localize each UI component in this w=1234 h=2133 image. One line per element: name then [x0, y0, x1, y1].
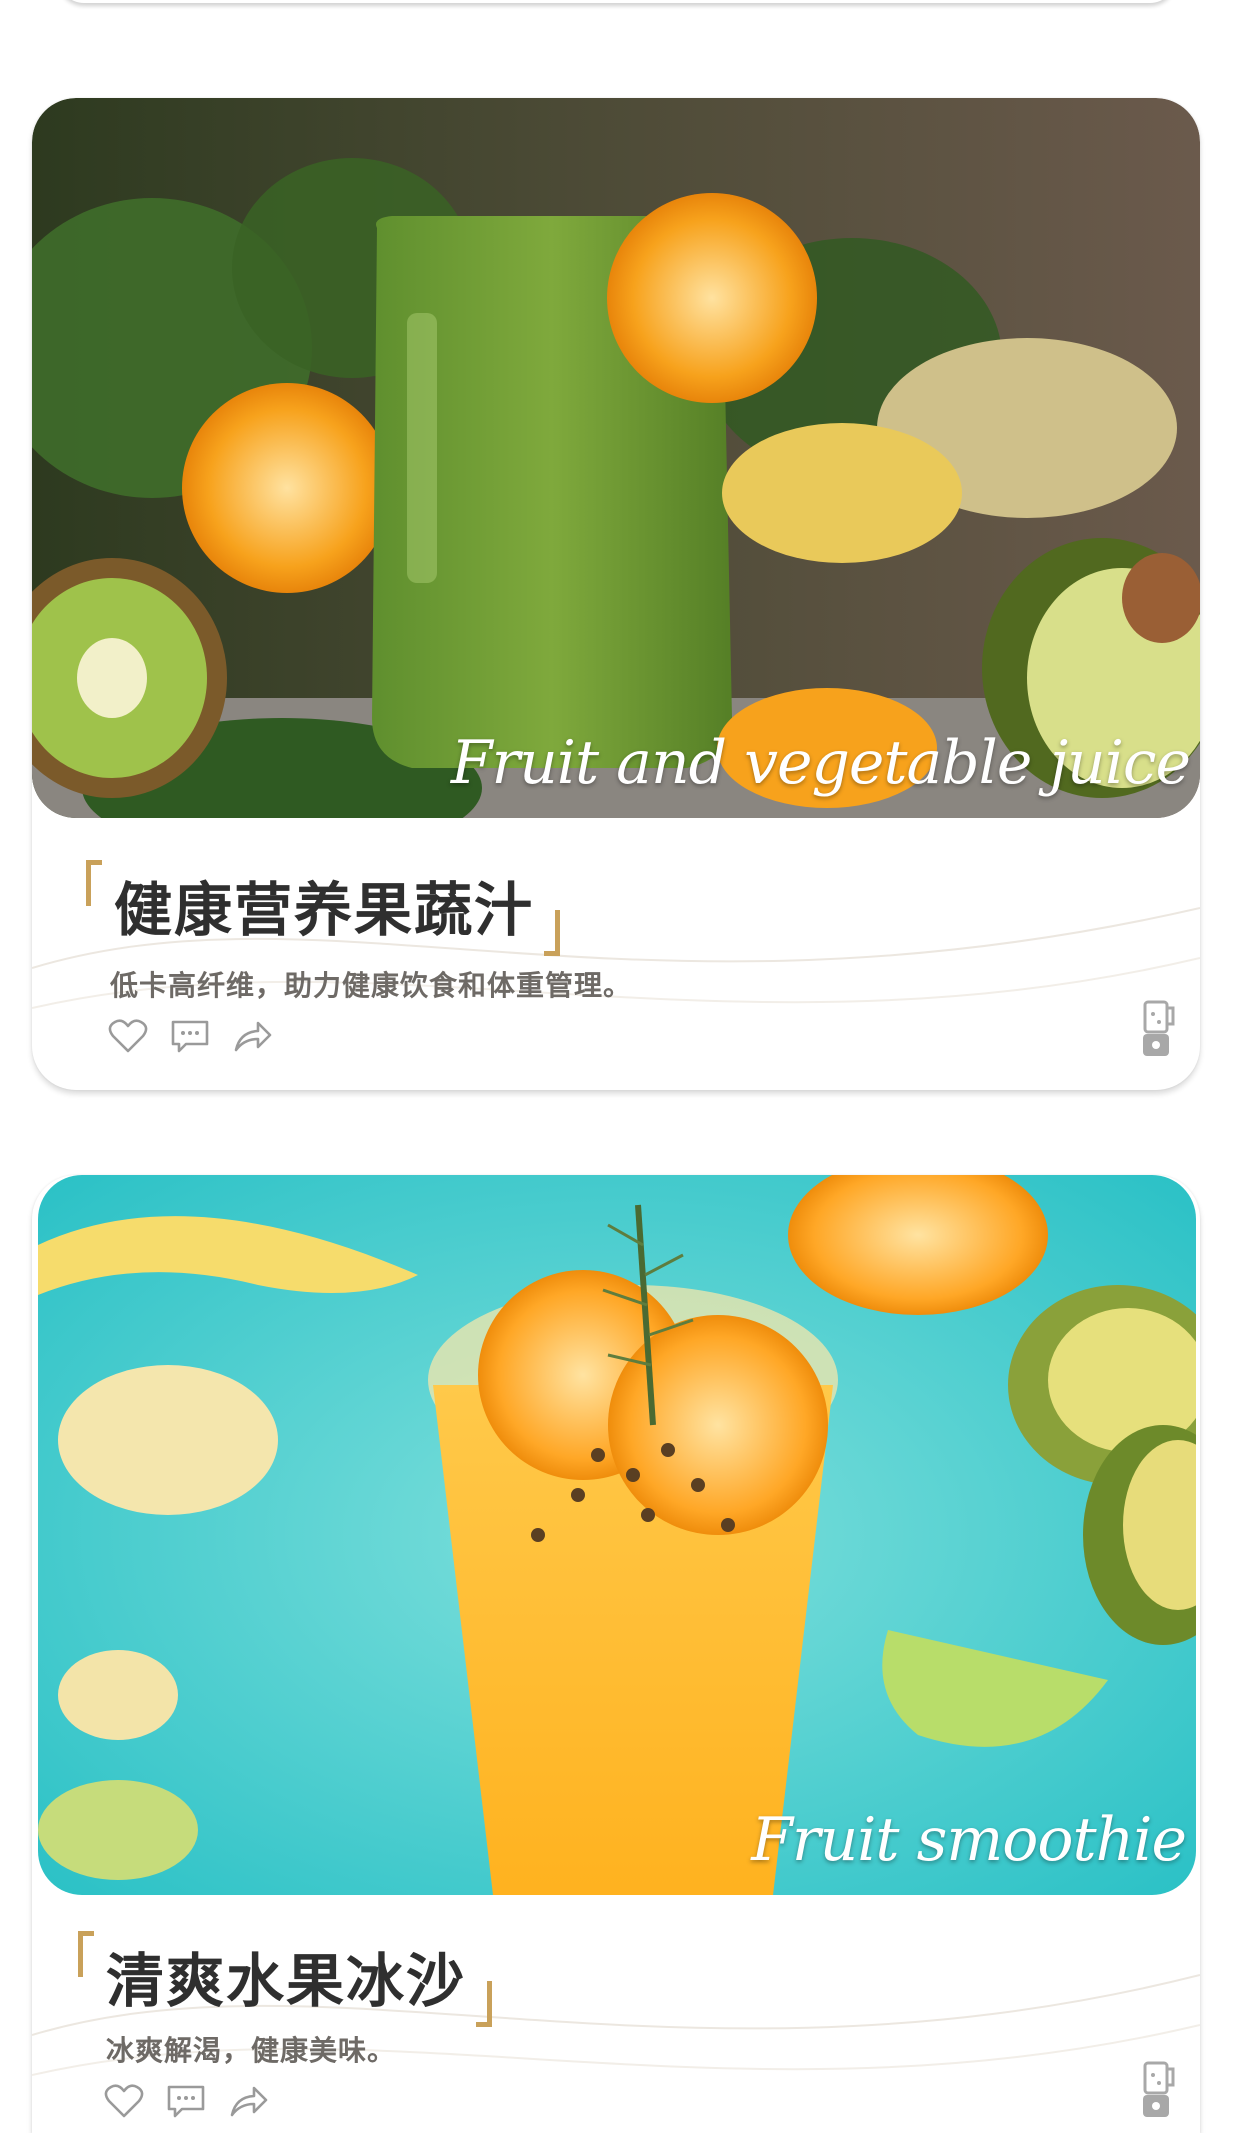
blender-icon: [1143, 2061, 1175, 2117]
gold-bracket-right: [476, 1981, 493, 2027]
card-photo[interactable]: Fruit smoothie: [38, 1175, 1196, 1895]
juice-photo-illustration: [32, 98, 1200, 818]
feed-page: Fruit and vegetable juice 健康营养果蔬汁 低卡高纤维，…: [0, 0, 1234, 2133]
feed-card-juice[interactable]: Fruit and vegetable juice 健康营养果蔬汁 低卡高纤维，…: [32, 98, 1200, 1090]
card-text-area: 清爽水果冰沙 冰爽解渴，健康美味。: [32, 1895, 1200, 2133]
card-title: 健康营养果蔬汁: [114, 876, 535, 944]
gold-bracket-left: [86, 860, 102, 906]
photo-script-caption: Fruit smoothie: [751, 1805, 1187, 1875]
feed-card-smoothie[interactable]: Fruit smoothie 清爽水果冰沙 冰爽解渴，健康美味。: [32, 1175, 1200, 2133]
share-icon[interactable]: [228, 2083, 268, 2119]
heart-icon[interactable]: [104, 2083, 144, 2119]
comment-icon[interactable]: [166, 2083, 206, 2119]
comment-icon[interactable]: [170, 1018, 210, 1054]
card-text-area: 健康营养果蔬汁 低卡高纤维，助力健康饮食和体重管理。: [32, 818, 1200, 1090]
card-actions: [108, 1018, 272, 1054]
photo-script-caption: Fruit and vegetable juice: [450, 728, 1191, 798]
heart-icon[interactable]: [108, 1018, 148, 1054]
card-title: 清爽水果冰沙: [106, 1947, 467, 2015]
card-title-frame: 健康营养果蔬汁: [86, 860, 561, 956]
previous-card-edge: [58, 0, 1176, 3]
gold-bracket-right: [544, 910, 561, 956]
share-icon[interactable]: [232, 1018, 272, 1054]
smoothie-photo-illustration: [38, 1175, 1196, 1895]
blender-icon: [1143, 1000, 1175, 1056]
card-photo[interactable]: Fruit and vegetable juice: [32, 98, 1200, 818]
gold-bracket-left: [78, 1931, 94, 1977]
card-actions: [104, 2083, 268, 2119]
card-subtitle: 冰爽解渴，健康美味。: [106, 2034, 397, 2067]
card-subtitle: 低卡高纤维，助力健康饮食和体重管理。: [110, 969, 633, 1002]
card-title-frame: 清爽水果冰沙: [78, 1931, 493, 2027]
